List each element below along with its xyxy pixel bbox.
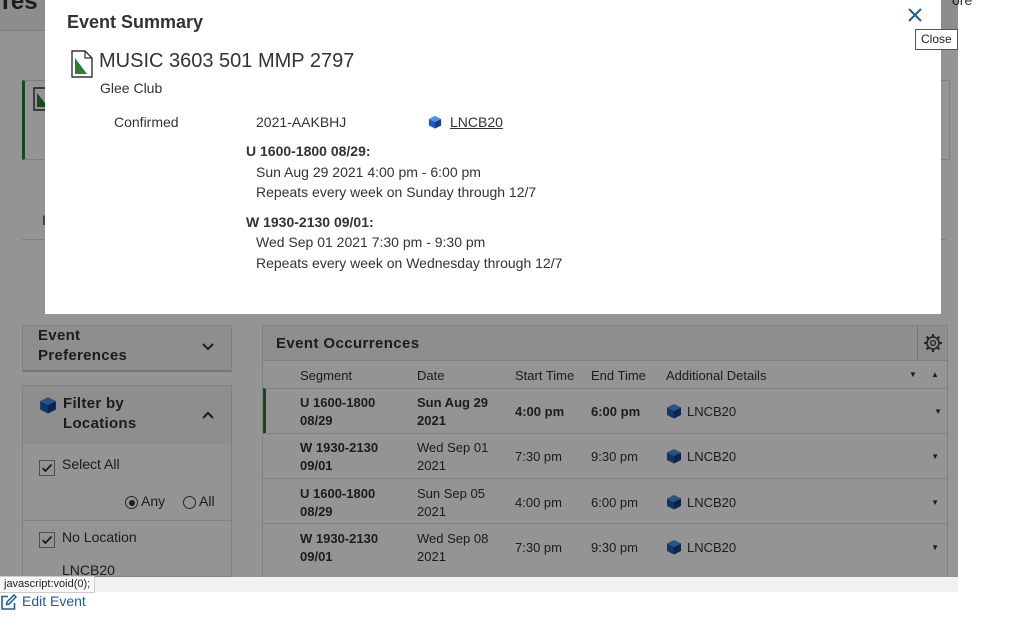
edit-event-label: Edit Event bbox=[22, 593, 86, 609]
segment-heading: W 1930-2130 09/01: bbox=[246, 214, 374, 230]
segment-when: Wed Sep 01 2021 7:30 pm - 9:30 pm bbox=[256, 234, 486, 250]
status-bar bbox=[0, 577, 958, 592]
close-button[interactable] bbox=[904, 4, 926, 26]
event-name: MUSIC 3603 501 MMP 2797 bbox=[99, 50, 355, 72]
location-link[interactable]: LNCB20 bbox=[450, 114, 503, 130]
segment-when: Sun Aug 29 2021 4:00 pm - 6:00 pm bbox=[256, 164, 481, 180]
segment-heading: U 1600-1800 08/29: bbox=[246, 143, 371, 159]
document-icon bbox=[71, 50, 93, 78]
close-tooltip: Close bbox=[915, 29, 958, 50]
event-status: Confirmed bbox=[114, 114, 179, 130]
status-bar-url: javascript:void(0); bbox=[0, 576, 96, 593]
event-reference: 2021-AAKBHJ bbox=[256, 114, 347, 130]
close-icon bbox=[908, 8, 922, 22]
modal-title: Event Summary bbox=[67, 12, 204, 32]
segment-repeat: Repeats every week on Sunday through 12/… bbox=[256, 184, 537, 200]
edit-icon bbox=[1, 594, 17, 610]
event-subtitle: Glee Club bbox=[100, 80, 163, 96]
location-cube-icon bbox=[428, 115, 442, 129]
event-summary-modal: Event Summary MUSIC 3603 501 MMP 2797 Gl… bbox=[45, 0, 941, 314]
segment-repeat: Repeats every week on Wednesday through … bbox=[256, 255, 563, 271]
